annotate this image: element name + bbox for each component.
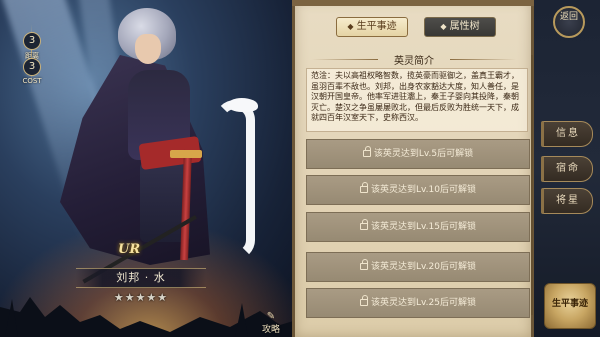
range-value: 3 xyxy=(23,32,41,50)
guide-icon: ✎ xyxy=(266,311,276,322)
panel-top-border xyxy=(292,0,534,6)
locked-entry[interactable]: 该英灵达到Lv.25后可解锁 xyxy=(306,288,530,318)
diamond-icon: ◆ xyxy=(440,22,447,31)
section-title: 英灵简介 xyxy=(304,52,524,67)
star-rating: ★★★★★ xyxy=(113,291,169,304)
locked-entry-label: 该英灵达到Lv.5后可解锁 xyxy=(373,149,474,159)
serpent-head xyxy=(228,98,258,112)
lock-icon xyxy=(360,259,369,270)
side-tab-info[interactable]: 信息 xyxy=(541,121,593,147)
guide-label: 攻略 xyxy=(261,325,280,335)
side-tab-star-general[interactable]: 将星 xyxy=(541,188,593,214)
lock-icon xyxy=(362,146,371,157)
locked-entry-label: 该英灵达到Lv.20后可解锁 xyxy=(371,262,476,272)
back-button[interactable]: 返回 xyxy=(553,6,585,38)
locked-entry-label: 该英灵达到Lv.10后可解锁 xyxy=(371,185,476,195)
white-serpent xyxy=(215,100,255,260)
lock-icon xyxy=(360,295,369,306)
guide-button[interactable]: ✎ 攻略 xyxy=(256,311,286,336)
cost-value: 3 xyxy=(23,58,41,76)
tab-attributes-label: 属性树 xyxy=(449,21,480,32)
hero-bio: 范淦：夫以高祖权略智数，揽英豪而驱御之，盖真王霸才，虽羽百辈不敌也。刘邦，出身农… xyxy=(306,68,528,132)
locked-entry[interactable]: 该英灵达到Lv.5后可解锁 xyxy=(306,139,530,169)
sword-guard xyxy=(170,150,202,158)
tab-career-label: 生平事迹 xyxy=(356,21,397,32)
locked-entry[interactable]: 该英灵达到Lv.15后可解锁 xyxy=(306,212,530,242)
locked-entry-label: 该英灵达到Lv.25后可解锁 xyxy=(371,298,476,308)
career-scroll-button[interactable]: 生平事迹 xyxy=(544,283,596,329)
scrollbar[interactable] xyxy=(531,55,533,315)
lock-icon xyxy=(360,219,369,230)
rarity-badge: UR xyxy=(118,242,141,257)
range-stat: 3 距离 xyxy=(21,32,43,61)
tab-attributes[interactable]: ◆ 属性树 xyxy=(424,17,496,37)
locked-entry[interactable]: 该英灵达到Lv.10后可解锁 xyxy=(306,175,530,205)
cost-stat: 3 COST xyxy=(21,58,43,85)
locked-entry-label: 该英灵达到Lv.15后可解锁 xyxy=(371,222,476,232)
locked-entry[interactable]: 该英灵达到Lv.20后可解锁 xyxy=(306,252,530,282)
tab-career[interactable]: ◆ 生平事迹 xyxy=(336,17,408,37)
side-tab-destiny[interactable]: 宿命 xyxy=(541,156,593,182)
cost-label: COST xyxy=(22,77,42,85)
diamond-icon: ◆ xyxy=(347,22,354,31)
hero-face xyxy=(135,34,161,64)
hero-name: 刘邦 · 水 xyxy=(76,268,206,288)
lock-icon xyxy=(360,182,369,193)
